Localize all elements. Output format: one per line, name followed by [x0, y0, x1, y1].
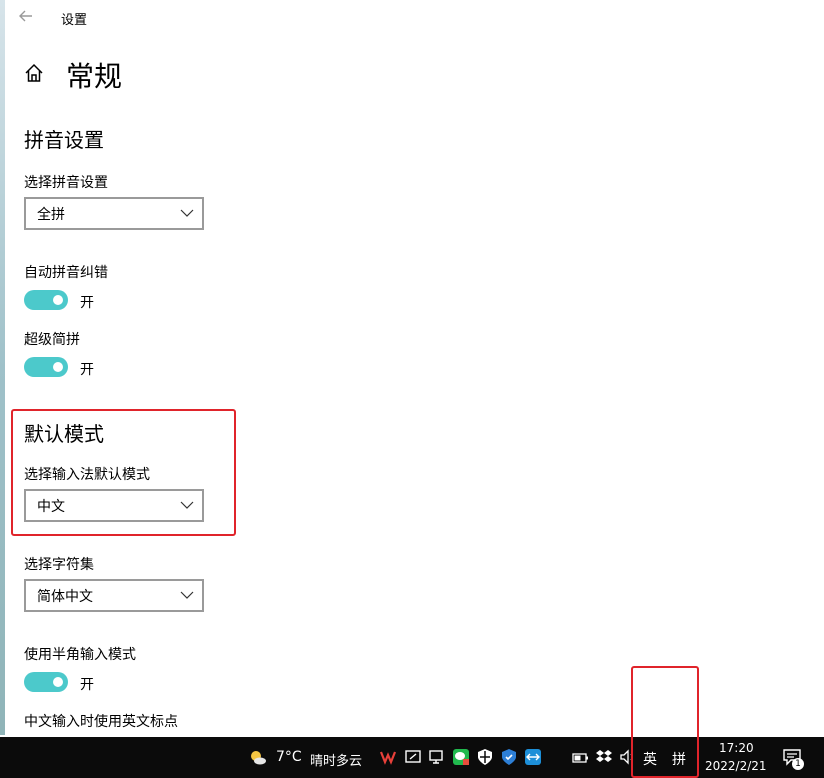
chevron-down-icon [180, 591, 194, 599]
english-punct-label: 中文输入时使用英文标点 [24, 714, 178, 730]
default-mode-label: 选择输入法默认模式 [24, 467, 150, 483]
wechat-icon[interactable] [452, 748, 470, 766]
wps-icon[interactable] [379, 748, 397, 766]
ime-language-indicator[interactable]: 英 [643, 749, 657, 769]
app-tray-icon[interactable] [404, 748, 422, 766]
teamviewer-icon[interactable] [524, 748, 542, 766]
halfwidth-toggle[interactable] [24, 672, 68, 692]
charset-dropdown[interactable]: 简体中文 [24, 579, 204, 612]
window-left-edge [0, 0, 5, 735]
halfwidth-label: 使用半角输入模式 [24, 647, 136, 663]
super-jianpin-toggle[interactable] [24, 357, 68, 377]
autocorrect-state: 开 [80, 295, 94, 311]
volume-icon[interactable] [619, 748, 637, 766]
window-title: 设置 [61, 13, 88, 28]
autocorrect-label: 自动拼音纠错 [24, 265, 108, 281]
dropdown-value: 全拼 [37, 207, 65, 223]
autocorrect-toggle[interactable] [24, 290, 68, 310]
toggle-knob [53, 295, 63, 305]
super-jianpin-state: 开 [80, 362, 94, 378]
section-heading-default-mode: 默认模式 [24, 422, 104, 446]
dropdown-value: 简体中文 [37, 589, 93, 605]
chevron-down-icon [180, 209, 194, 217]
network-icon[interactable] [428, 748, 446, 766]
toggle-knob [53, 362, 63, 372]
toggle-knob [53, 677, 63, 687]
weather-desc[interactable]: 晴时多云 [310, 750, 362, 769]
taskbar: 7°C 晴时多云 英 拼 17:20 2022/2/21 1 [0, 737, 824, 778]
section-heading-pinyin: 拼音设置 [24, 128, 104, 152]
notification-count-badge: 1 [792, 758, 804, 770]
pinyin-scheme-dropdown[interactable]: 全拼 [24, 197, 204, 230]
default-mode-dropdown[interactable]: 中文 [24, 489, 204, 522]
ime-mode-indicator[interactable]: 拼 [672, 749, 686, 769]
clock-time[interactable]: 17:20 [719, 741, 754, 755]
weather-icon[interactable] [248, 747, 268, 767]
battery-icon[interactable] [571, 748, 589, 766]
dropbox-icon[interactable] [595, 748, 613, 766]
back-arrow-icon[interactable] [16, 6, 36, 26]
clock-date[interactable]: 2022/2/21 [705, 759, 767, 773]
defender-icon[interactable] [500, 748, 518, 766]
dropdown-value: 中文 [37, 499, 65, 515]
page-title: 常规 [66, 60, 123, 93]
super-jianpin-label: 超级简拼 [24, 332, 80, 348]
halfwidth-state: 开 [80, 677, 94, 693]
pinyin-select-label: 选择拼音设置 [24, 175, 108, 191]
weather-temp[interactable]: 7°C [276, 749, 302, 765]
charset-label: 选择字符集 [24, 557, 94, 573]
security-shield-icon[interactable] [476, 748, 494, 766]
home-icon [25, 63, 43, 82]
chevron-down-icon [180, 501, 194, 509]
